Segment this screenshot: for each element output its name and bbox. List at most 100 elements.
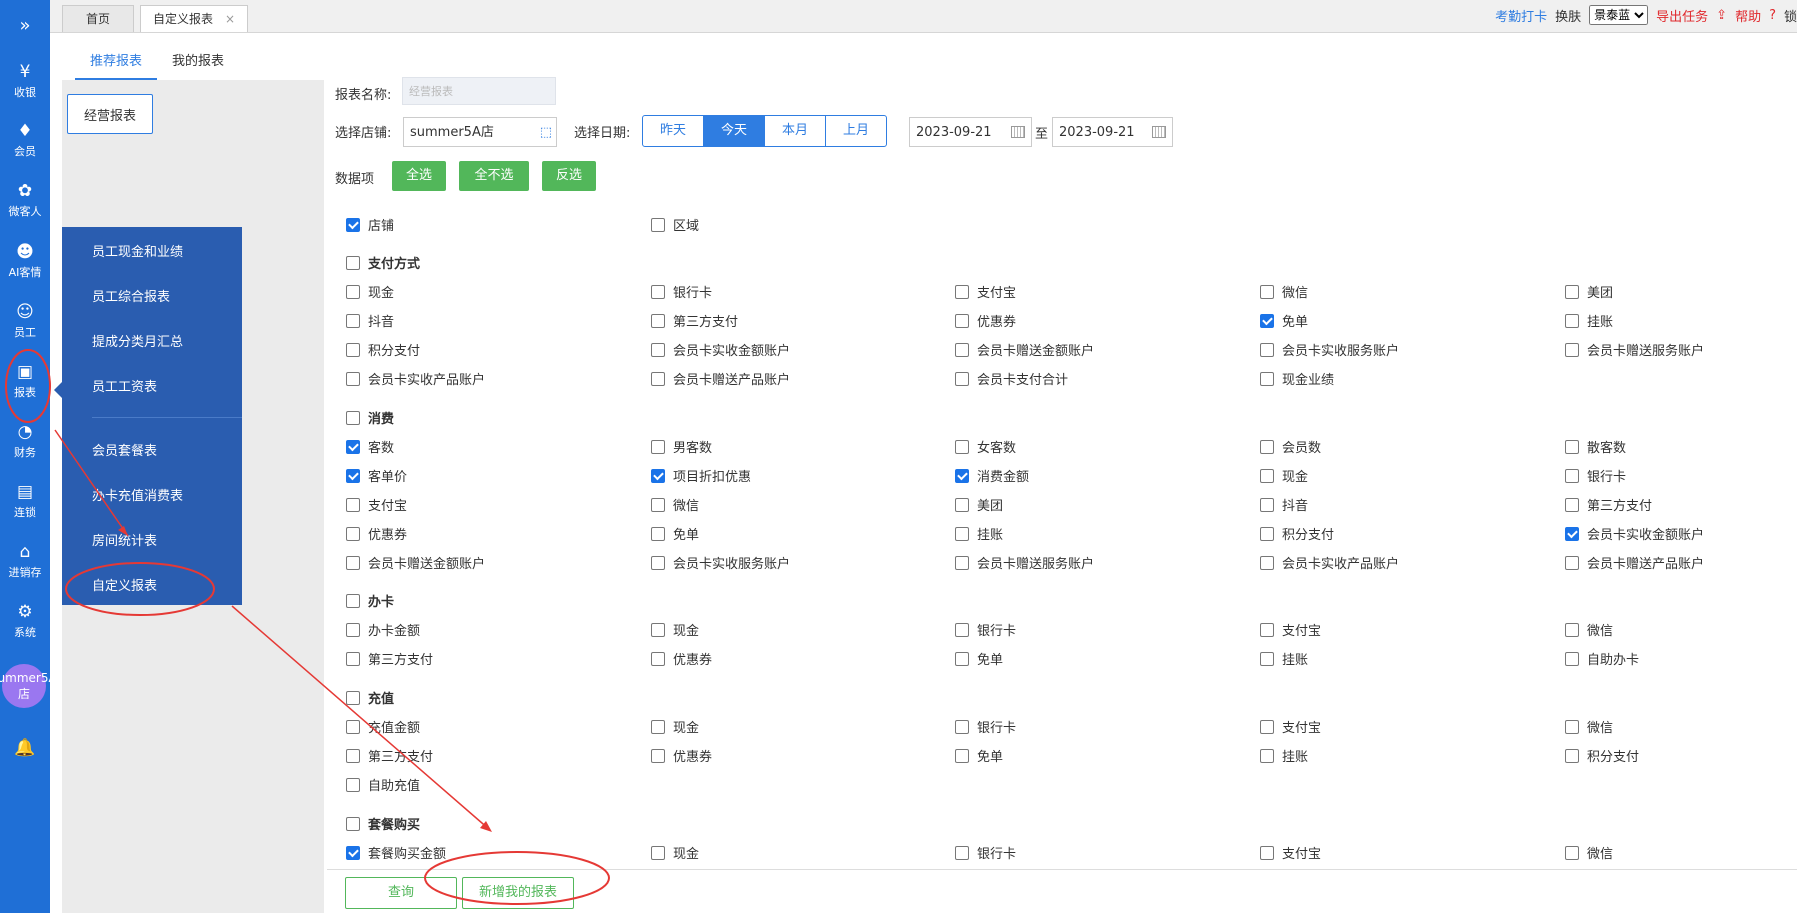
- unchecked-box-icon[interactable]: [1565, 748, 1579, 763]
- unchecked-box-icon[interactable]: [1565, 651, 1579, 666]
- data-item-checkbox[interactable]: 会员卡赠送服务账户: [955, 553, 1094, 572]
- section-package-checkbox[interactable]: 套餐购买: [346, 814, 420, 833]
- menu-item[interactable]: 会员套餐表: [92, 440, 157, 459]
- unchecked-box-icon[interactable]: [651, 439, 665, 454]
- data-item-checkbox[interactable]: 银行卡: [955, 717, 1016, 736]
- unchecked-box-icon[interactable]: [955, 313, 969, 328]
- unchecked-box-icon[interactable]: [346, 526, 360, 541]
- unchecked-box-icon[interactable]: [955, 439, 969, 454]
- checked-box-icon[interactable]: [1565, 526, 1579, 541]
- unchecked-box-icon[interactable]: [1260, 284, 1274, 299]
- unchecked-box-icon[interactable]: [346, 651, 360, 666]
- menu-item[interactable]: 办卡充值消费表: [92, 485, 183, 504]
- data-item-checkbox[interactable]: 客数: [346, 437, 394, 456]
- data-item-checkbox[interactable]: 银行卡: [1565, 466, 1626, 485]
- date-from-input[interactable]: 2023-09-21: [909, 117, 1032, 147]
- tab-home[interactable]: 首页: [62, 5, 134, 32]
- unchecked-box-icon[interactable]: [955, 284, 969, 299]
- data-item-checkbox[interactable]: 会员卡实收金额账户: [1565, 524, 1704, 543]
- rail-item-finance[interactable]: ◔ 财务: [0, 422, 50, 460]
- help-link[interactable]: 帮助: [1735, 6, 1761, 25]
- unchecked-box-icon[interactable]: [955, 845, 969, 860]
- data-item-checkbox[interactable]: 第三方支付: [346, 649, 433, 668]
- report-name-input[interactable]: 经营报表: [402, 77, 556, 105]
- unchecked-box-icon[interactable]: [1260, 622, 1274, 637]
- unchecked-box-icon[interactable]: [1260, 342, 1274, 357]
- data-item-checkbox[interactable]: 第三方支付: [346, 746, 433, 765]
- data-item-checkbox[interactable]: 会员卡赠送产品账户: [651, 369, 790, 388]
- checked-box-icon[interactable]: [346, 217, 360, 232]
- region-checkbox[interactable]: 区域: [651, 215, 699, 234]
- data-item-checkbox[interactable]: 微信: [1565, 843, 1613, 862]
- unchecked-box-icon[interactable]: [1260, 555, 1274, 570]
- data-item-checkbox[interactable]: 银行卡: [955, 843, 1016, 862]
- date-to-input[interactable]: 2023-09-21: [1052, 117, 1173, 147]
- unchecked-box-icon[interactable]: [1565, 439, 1579, 454]
- data-item-checkbox[interactable]: 现金: [651, 620, 699, 639]
- unchecked-box-icon[interactable]: [651, 371, 665, 386]
- last-month-button[interactable]: 上月: [826, 116, 886, 146]
- data-item-checkbox[interactable]: 会员数: [1260, 437, 1321, 456]
- unchecked-box-icon[interactable]: [651, 313, 665, 328]
- data-item-checkbox[interactable]: 积分支付: [1260, 524, 1334, 543]
- unchecked-box-icon[interactable]: [1260, 497, 1274, 512]
- today-button[interactable]: 今天: [704, 116, 765, 146]
- data-item-checkbox[interactable]: 支付宝: [1260, 620, 1321, 639]
- unchecked-box-icon[interactable]: [651, 284, 665, 299]
- data-item-checkbox[interactable]: 免单: [955, 649, 1003, 668]
- data-item-checkbox[interactable]: 积分支付: [1565, 746, 1639, 765]
- data-item-checkbox[interactable]: 会员卡实收产品账户: [1260, 553, 1399, 572]
- menu-item[interactable]: 员工工资表: [92, 376, 157, 395]
- store-avatar[interactable]: summer5A店: [0, 664, 57, 708]
- unchecked-box-icon[interactable]: [346, 497, 360, 512]
- data-item-checkbox[interactable]: 充值金额: [346, 717, 420, 736]
- unchecked-box-icon[interactable]: [955, 622, 969, 637]
- data-item-checkbox[interactable]: 散客数: [1565, 437, 1626, 456]
- data-item-checkbox[interactable]: 会员卡实收产品账户: [346, 369, 485, 388]
- data-item-checkbox[interactable]: 办卡金额: [346, 620, 420, 639]
- data-item-checkbox[interactable]: 微信: [1260, 282, 1308, 301]
- unchecked-box-icon[interactable]: [346, 748, 360, 763]
- rail-item-chain[interactable]: ▤ 连锁: [0, 482, 50, 520]
- checked-box-icon[interactable]: [1260, 313, 1274, 328]
- data-item-checkbox[interactable]: 支付宝: [346, 495, 407, 514]
- unchecked-box-icon[interactable]: [346, 690, 360, 705]
- this-month-button[interactable]: 本月: [765, 116, 826, 146]
- close-icon[interactable]: ×: [225, 12, 235, 26]
- menu-item[interactable]: 房间统计表: [92, 530, 157, 549]
- section-card-checkbox[interactable]: 办卡: [346, 591, 394, 610]
- unchecked-box-icon[interactable]: [651, 526, 665, 541]
- store-select[interactable]: summer5A店 ⬚: [403, 117, 557, 147]
- rail-item-staff[interactable]: ☺ 员工: [0, 302, 50, 340]
- data-item-checkbox[interactable]: 银行卡: [955, 620, 1016, 639]
- unchecked-box-icon[interactable]: [651, 748, 665, 763]
- unchecked-box-icon[interactable]: [955, 497, 969, 512]
- unchecked-box-icon[interactable]: [1565, 342, 1579, 357]
- data-item-checkbox[interactable]: 美团: [955, 495, 1003, 514]
- skin-select[interactable]: 景泰蓝: [1589, 5, 1649, 25]
- unchecked-box-icon[interactable]: [346, 555, 360, 570]
- data-item-checkbox[interactable]: 优惠券: [346, 524, 407, 543]
- data-item-checkbox[interactable]: 会员卡实收服务账户: [651, 553, 790, 572]
- checked-box-icon[interactable]: [955, 468, 969, 483]
- data-item-checkbox[interactable]: 免单: [1260, 311, 1308, 330]
- business-report-button[interactable]: 经营报表: [67, 94, 153, 134]
- add-my-report-button[interactable]: 新增我的报表: [462, 877, 574, 909]
- unchecked-box-icon[interactable]: [1260, 651, 1274, 666]
- data-item-checkbox[interactable]: 项目折扣优惠: [651, 466, 751, 485]
- invert-selection-button[interactable]: 反选: [542, 161, 596, 191]
- unchecked-box-icon[interactable]: [1565, 313, 1579, 328]
- data-item-checkbox[interactable]: 优惠券: [651, 746, 712, 765]
- data-item-checkbox[interactable]: 美团: [1565, 282, 1613, 301]
- rail-item-ai[interactable]: ☻ AI客情: [0, 242, 50, 280]
- data-item-checkbox[interactable]: 微信: [651, 495, 699, 514]
- unchecked-box-icon[interactable]: [1565, 497, 1579, 512]
- data-item-checkbox[interactable]: 支付宝: [1260, 843, 1321, 862]
- lock-link[interactable]: 锁: [1784, 6, 1797, 25]
- bell-icon[interactable]: 🔔: [0, 738, 50, 760]
- unchecked-box-icon[interactable]: [651, 555, 665, 570]
- data-item-checkbox[interactable]: 自助充值: [346, 775, 420, 794]
- data-item-checkbox[interactable]: 支付宝: [955, 282, 1016, 301]
- query-button[interactable]: 查询: [345, 877, 457, 909]
- unchecked-box-icon[interactable]: [955, 748, 969, 763]
